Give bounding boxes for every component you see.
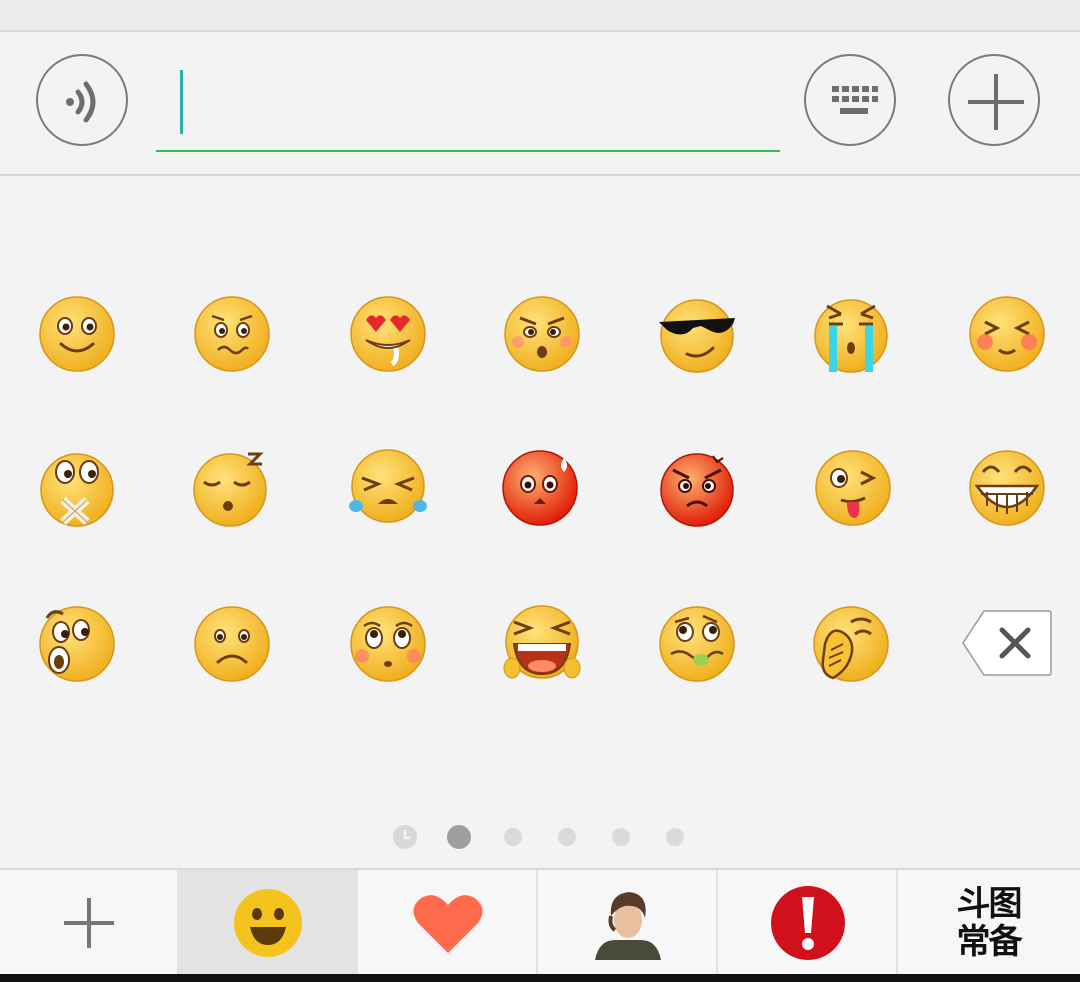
mouth-taped-icon	[40, 453, 114, 527]
tab-alert-pack[interactable]	[719, 870, 898, 976]
blush-icon	[969, 296, 1045, 372]
flushed-red-icon	[502, 450, 578, 526]
crying-emoji[interactable]	[811, 294, 891, 374]
page-dot-4[interactable]	[612, 828, 630, 846]
crying-icon	[814, 299, 888, 373]
tongue-wink-emoji[interactable]	[813, 448, 893, 528]
tab-favorites[interactable]	[359, 870, 538, 976]
heart-eyes-emoji[interactable]	[348, 294, 428, 374]
keyboard-icon	[832, 86, 878, 114]
plus-icon	[968, 74, 1024, 130]
chat-input-bar	[0, 32, 1080, 176]
heart-icon	[412, 895, 483, 953]
nauseous-emoji[interactable]	[657, 604, 737, 684]
angry-shocked-icon	[504, 296, 580, 372]
furious-red-emoji[interactable]	[657, 448, 737, 528]
tears-of-joy-icon	[349, 449, 427, 523]
page-dot-3[interactable]	[558, 828, 576, 846]
backspace-icon	[962, 610, 1052, 676]
tab-sticker-pack[interactable]	[539, 870, 718, 976]
smiley-icon	[233, 889, 302, 957]
status-strip	[0, 0, 1080, 32]
tab-add[interactable]	[0, 870, 179, 976]
keyboard-button[interactable]	[804, 54, 896, 146]
tongue-wink-icon	[815, 450, 891, 526]
cool-sunglasses-emoji[interactable]	[657, 294, 737, 374]
tears-of-joy-emoji[interactable]	[348, 448, 428, 528]
grin-emoji[interactable]	[967, 448, 1047, 528]
surprised-icon	[39, 606, 115, 682]
surprised-emoji[interactable]	[37, 604, 117, 684]
pleading-icon	[350, 606, 426, 682]
page-indicator	[0, 824, 1080, 850]
nav-bar-edge	[0, 974, 1080, 982]
tab-doutu[interactable]: 斗图 常备	[899, 870, 1078, 976]
flushed-red-emoji[interactable]	[500, 448, 580, 528]
smile-emoji[interactable]	[37, 294, 117, 374]
recent-clock-icon[interactable]	[392, 824, 418, 850]
mouth-taped-emoji[interactable]	[37, 448, 117, 528]
tab-emoji[interactable]	[179, 870, 358, 976]
sunglasses-icon	[659, 299, 735, 373]
page-dot-2[interactable]	[504, 828, 522, 846]
sleepy-emoji[interactable]	[192, 448, 272, 528]
voice-icon	[66, 81, 96, 123]
face-palm-icon	[813, 606, 889, 682]
frown-icon	[194, 606, 270, 682]
message-input[interactable]	[156, 66, 780, 152]
nauseous-icon	[659, 606, 735, 682]
worried-icon	[194, 296, 270, 372]
wailing-icon	[503, 605, 581, 679]
page-dot-1[interactable]	[447, 825, 471, 849]
page-dot-5[interactable]	[666, 828, 684, 846]
more-button[interactable]	[948, 54, 1040, 146]
grin-icon	[969, 450, 1045, 526]
doutu-label: 斗图 常备	[956, 884, 1023, 962]
plus-icon	[63, 898, 114, 948]
smile-icon	[39, 296, 115, 372]
blush-emoji[interactable]	[967, 294, 1047, 374]
exclamation-icon	[770, 886, 845, 960]
face-palm-emoji[interactable]	[811, 604, 891, 684]
worried-emoji[interactable]	[192, 294, 272, 374]
angry-shocked-emoji[interactable]	[502, 294, 582, 374]
backspace-key[interactable]	[962, 610, 1052, 676]
pleading-emoji[interactable]	[348, 604, 428, 684]
voice-button[interactable]	[36, 54, 128, 146]
text-caret	[180, 70, 183, 134]
portrait-icon	[594, 886, 661, 960]
wailing-emoji[interactable]	[502, 604, 582, 684]
heart-eyes-icon	[350, 296, 426, 372]
sticker-tab-bar: 斗图 常备	[0, 868, 1080, 976]
frown-emoji[interactable]	[192, 604, 272, 684]
furious-red-icon	[660, 453, 734, 527]
sleepy-icon	[193, 452, 267, 527]
